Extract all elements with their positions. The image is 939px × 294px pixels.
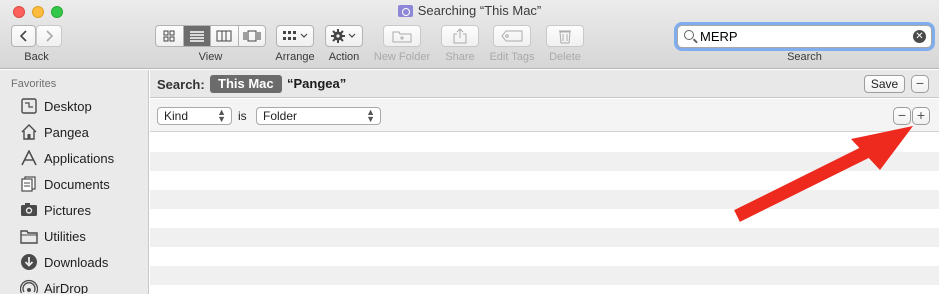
documents-icon	[19, 175, 39, 193]
gear-icon	[331, 29, 356, 43]
sidebar-item-label: Downloads	[44, 254, 109, 270]
applications-icon	[19, 149, 39, 167]
remove-criteria-button[interactable]: −	[893, 107, 911, 125]
back-button[interactable]	[11, 25, 36, 47]
action-button[interactable]	[325, 25, 363, 47]
toolbar: Searching “This Mac” Back View Arrange A…	[0, 0, 939, 69]
table-row	[150, 266, 939, 285]
arrange-button[interactable]	[276, 25, 314, 47]
criteria-attribute-value: Kind	[164, 109, 189, 123]
delete-label: Delete	[549, 51, 581, 63]
new-folder-label: New Folder	[373, 51, 431, 63]
sidebar-item-desktop[interactable]: Desktop	[0, 93, 149, 119]
window-title: Searching “This Mac”	[0, 3, 939, 18]
sidebar-item-applications[interactable]: Applications	[0, 145, 149, 171]
table-row	[150, 171, 939, 190]
search-field[interactable]: ✕	[677, 25, 932, 48]
chevron-left-icon	[19, 30, 27, 42]
sidebar-item-label: Desktop	[44, 98, 92, 114]
search-input[interactable]	[700, 28, 900, 45]
updown-arrows-icon: ▲ ▼	[217, 107, 226, 124]
search-icon	[684, 30, 694, 40]
forward-button[interactable]	[36, 25, 62, 47]
cover-flow-view-button[interactable]	[239, 26, 266, 46]
delete-button[interactable]	[546, 25, 584, 47]
sidebar-heading: Favorites	[11, 78, 57, 90]
criteria-operator-label: is	[238, 109, 247, 123]
view-segmented-control[interactable]	[155, 25, 266, 47]
criteria-value-text: Folder	[263, 109, 298, 123]
table-row	[150, 228, 939, 247]
cover-flow-icon	[243, 30, 261, 42]
view-label: View	[198, 51, 223, 63]
icon-view-icon	[163, 30, 175, 42]
table-row	[150, 133, 939, 152]
edit-tags-label: Edit Tags	[489, 51, 535, 63]
pictures-icon	[19, 201, 39, 219]
criteria-value-popup[interactable]: Folder ▲ ▼	[256, 107, 381, 125]
table-row	[150, 247, 939, 266]
desktop-icon	[19, 97, 39, 115]
folder-icon	[19, 227, 39, 245]
sidebar-item-documents[interactable]: Documents	[0, 171, 149, 197]
sidebar-item-airdrop[interactable]: AirDrop	[0, 275, 149, 294]
tag-icon	[501, 30, 523, 42]
trash-icon	[559, 30, 571, 44]
search-results-list[interactable]	[150, 133, 939, 294]
search-scope-bar: Search: This Mac “Pangea” Save −	[150, 70, 939, 98]
airdrop-icon	[19, 279, 39, 294]
remove-scope-button[interactable]: −	[911, 75, 929, 93]
sidebar-item-pictures[interactable]: Pictures	[0, 197, 149, 223]
criteria-attribute-popup[interactable]: Kind ▲ ▼	[157, 107, 232, 125]
sidebar-item-pangea[interactable]: Pangea	[0, 119, 149, 145]
arrange-icon	[283, 31, 308, 40]
list-view-icon	[189, 31, 204, 42]
table-row	[150, 190, 939, 209]
chevron-right-icon	[46, 30, 54, 42]
sidebar-item-label: Utilities	[44, 228, 86, 244]
table-row	[150, 152, 939, 171]
arrange-label: Arrange	[275, 51, 315, 63]
share-button[interactable]	[441, 25, 479, 47]
sidebar-item-label: Pictures	[44, 202, 91, 218]
table-row	[150, 285, 939, 294]
new-folder-icon	[392, 31, 412, 43]
list-view-button[interactable]	[183, 26, 211, 46]
sidebar: Favorites Desktop Pangea Applications Do…	[0, 70, 149, 294]
add-criteria-button[interactable]: +	[912, 107, 930, 125]
scope-this-mac-button[interactable]: This Mac	[210, 75, 282, 93]
sidebar-item-label: Documents	[44, 176, 110, 192]
smart-folder-icon	[397, 4, 413, 17]
new-folder-button[interactable]	[383, 25, 421, 47]
window-title-text: Searching “This Mac”	[417, 3, 542, 18]
table-row	[150, 209, 939, 228]
sidebar-item-utilities[interactable]: Utilities	[0, 223, 149, 249]
save-search-button[interactable]: Save	[864, 75, 905, 93]
scope-pangea-button[interactable]: “Pangea”	[287, 76, 346, 91]
sidebar-item-label: AirDrop	[44, 280, 89, 294]
sidebar-item-label: Applications	[44, 150, 115, 166]
share-label: Share	[445, 51, 475, 63]
home-icon	[19, 123, 39, 141]
search-label: Search	[787, 51, 822, 63]
sidebar-item-downloads[interactable]: Downloads	[0, 249, 149, 275]
clear-search-icon[interactable]: ✕	[913, 30, 926, 43]
back-label: Back	[24, 51, 49, 63]
column-view-button[interactable]	[211, 26, 239, 46]
updown-arrows-icon: ▲ ▼	[366, 107, 375, 124]
search-scope-label: Search:	[157, 77, 205, 92]
downloads-icon	[19, 253, 39, 271]
search-criteria-row: Kind ▲ ▼ is Folder ▲ ▼ − +	[150, 99, 939, 132]
edit-tags-button[interactable]	[493, 25, 531, 47]
sidebar-item-label: Pangea	[44, 124, 89, 140]
action-label: Action	[328, 51, 360, 63]
column-view-icon	[216, 30, 232, 42]
share-icon	[453, 28, 467, 44]
icon-view-button[interactable]	[156, 26, 184, 46]
